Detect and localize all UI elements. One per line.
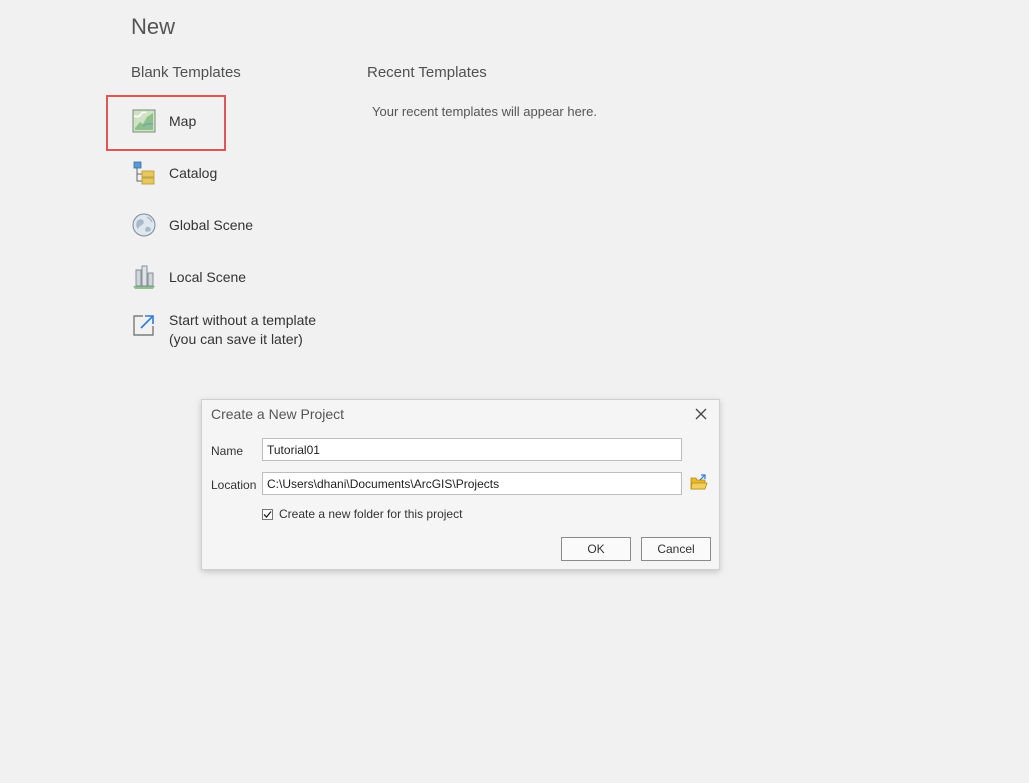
template-catalog[interactable]: Catalog: [131, 160, 217, 186]
recent-templates-empty-message: Your recent templates will appear here.: [372, 104, 597, 119]
create-folder-checkbox[interactable]: [262, 508, 273, 520]
template-catalog-label: Catalog: [169, 165, 218, 181]
template-global-scene-label: Global Scene: [169, 217, 254, 233]
template-local-scene[interactable]: Local Scene: [131, 264, 246, 290]
map-icon: [131, 108, 157, 134]
recent-templates-heading: Recent Templates: [367, 64, 487, 81]
project-name-input[interactable]: [262, 438, 682, 461]
local-scene-icon: [131, 264, 157, 290]
template-map-label: Map: [169, 113, 197, 129]
blank-templates-heading: Blank Templates: [131, 64, 241, 81]
close-icon[interactable]: [691, 404, 711, 424]
location-label: Location: [211, 478, 257, 492]
globe-icon: [131, 212, 157, 238]
template-start-without-line1: Start without a template: [169, 312, 317, 328]
template-start-without-line2: (you can save it later): [169, 331, 303, 347]
create-folder-label: Create a new folder for this project: [279, 507, 463, 521]
open-arrow-icon: [131, 312, 157, 338]
page-title: New: [131, 14, 176, 39]
catalog-icon: [131, 160, 157, 186]
cancel-button[interactable]: Cancel: [641, 537, 711, 561]
create-folder-checkbox-row[interactable]: Create a new folder for this project: [262, 507, 462, 521]
template-local-scene-label: Local Scene: [169, 269, 247, 285]
project-location-input[interactable]: [262, 472, 682, 495]
checkmark-icon: [263, 510, 272, 518]
folder-icon: [689, 474, 709, 497]
new-project-page: New Blank Templates Recent Templates You…: [0, 0, 1029, 783]
dialog-title: Create a New Project: [211, 406, 345, 422]
template-start-without[interactable]: Start without a template (you can save i…: [131, 312, 316, 349]
template-global-scene[interactable]: Global Scene: [131, 212, 253, 238]
template-start-without-label: Start without a template (you can save i…: [169, 311, 316, 349]
browse-folder-button[interactable]: [689, 473, 709, 493]
template-map[interactable]: Map: [131, 108, 196, 134]
name-label: Name: [211, 444, 244, 458]
create-project-dialog: Create a New Project Name Location: [201, 399, 720, 570]
ok-button[interactable]: OK: [561, 537, 631, 561]
